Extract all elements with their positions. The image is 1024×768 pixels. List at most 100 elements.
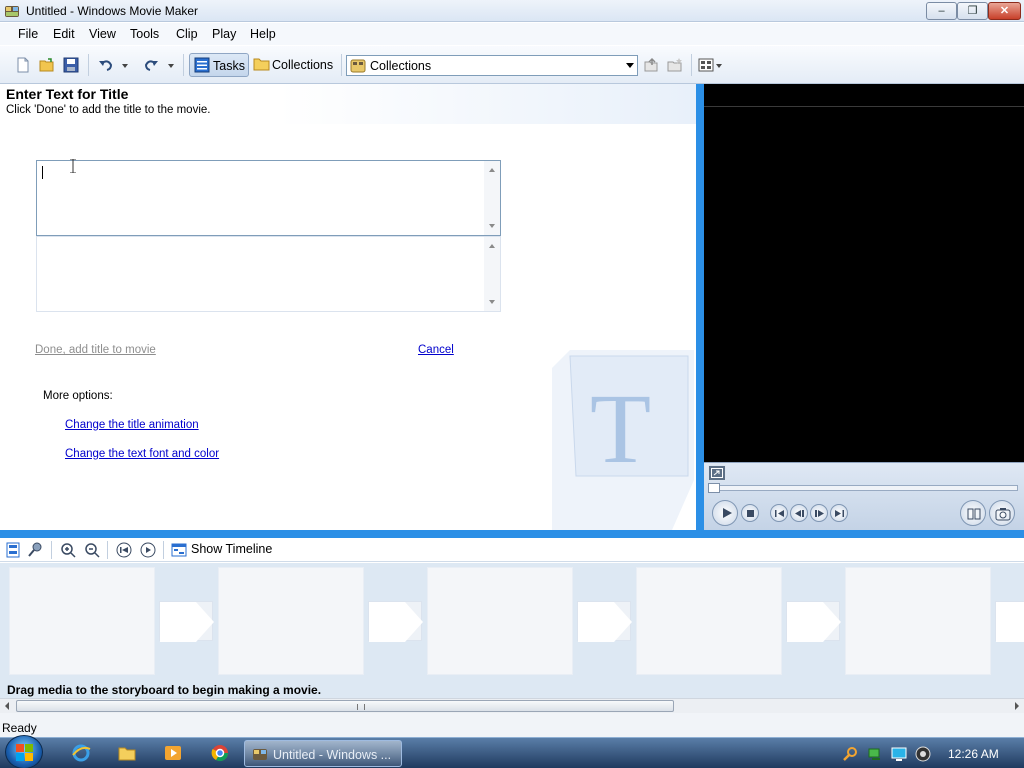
storyboard-transition-slot[interactable] <box>786 601 841 642</box>
subtitle-text-input[interactable] <box>36 236 501 312</box>
next-frame-button[interactable] <box>810 504 828 522</box>
storyboard-clip-slot[interactable] <box>845 567 991 675</box>
new-folder-icon[interactable] <box>667 57 683 73</box>
menu-file[interactable]: File <box>18 27 38 41</box>
status-bar: Ready <box>0 713 1024 737</box>
previous-frame-button[interactable] <box>790 504 808 522</box>
timeline-icon[interactable] <box>171 542 187 558</box>
restore-button[interactable]: ❐ <box>957 2 988 20</box>
task-pane: Enter Text for Title Click 'Done' to add… <box>0 84 696 530</box>
rewind-storyboard-icon[interactable] <box>116 542 132 558</box>
internet-explorer-icon[interactable] <box>71 743 91 763</box>
storyboard-transition-slot[interactable] <box>368 601 423 642</box>
tasks-icon <box>194 57 210 73</box>
menu-help[interactable]: Help <box>250 27 276 41</box>
change-title-animation-link[interactable]: Change the title animation <box>65 419 199 431</box>
main-toolbar: Tasks Collections Collections <box>0 46 1024 84</box>
narrate-icon[interactable] <box>27 542 43 558</box>
pane-divider[interactable] <box>696 84 704 530</box>
task-instruction: Click 'Done' to add the title to the mov… <box>6 104 211 116</box>
views-icon[interactable] <box>698 57 724 73</box>
fullscreen-icon <box>711 468 723 478</box>
menu-tools[interactable]: Tools <box>130 27 159 41</box>
fullscreen-button[interactable] <box>708 465 726 481</box>
split-button[interactable] <box>960 500 986 526</box>
transition-arrow-icon <box>996 602 1024 642</box>
display-tray-icon[interactable] <box>891 746 907 762</box>
transition-arrow-icon <box>578 602 632 642</box>
toolbar-separator <box>88 54 89 76</box>
explorer-folder-icon[interactable] <box>117 743 137 763</box>
redo-icon[interactable] <box>143 57 159 73</box>
scrollbar-grip <box>357 704 365 710</box>
windows-logo-icon <box>16 744 33 761</box>
minimize-icon: ‒ <box>938 5 945 17</box>
stop-button[interactable] <box>741 504 759 522</box>
taskbar-clock[interactable]: 12:26 AM <box>948 747 999 761</box>
scrollbar-thumb[interactable] <box>16 700 674 712</box>
storyboard-scrollbar[interactable] <box>0 698 1024 713</box>
toolbar-separator <box>183 54 184 76</box>
done-add-title-link[interactable]: Done, add title to movie <box>35 344 156 356</box>
storyboard-clip-slot[interactable] <box>636 567 782 675</box>
storyboard-transition-slot[interactable] <box>159 601 214 642</box>
storyboard-clip-slot[interactable] <box>9 567 155 675</box>
tasks-button[interactable]: Tasks <box>189 53 249 77</box>
toolbar-separator <box>51 541 52 559</box>
more-options-label: More options: <box>43 390 113 402</box>
menu-play[interactable]: Play <box>212 27 236 41</box>
storyboard: Drag media to the storyboard to begin ma… <box>0 563 1024 698</box>
menu-clip[interactable]: Clip <box>176 27 198 41</box>
start-button[interactable] <box>5 735 43 768</box>
cancel-link[interactable]: Cancel <box>418 344 454 356</box>
media-player-icon[interactable] <box>163 743 183 763</box>
play-storyboard-icon[interactable] <box>140 542 156 558</box>
title-text-scrollbar[interactable] <box>484 161 500 235</box>
app-icon <box>5 6 19 17</box>
minimize-button[interactable]: ‒ <box>926 2 957 20</box>
seek-bar[interactable] <box>710 485 1018 491</box>
undo-icon[interactable] <box>98 57 114 73</box>
subtitle-text-scrollbar[interactable] <box>484 237 500 311</box>
storyboard-clip-slot[interactable] <box>427 567 573 675</box>
rewind-button[interactable] <box>770 504 788 522</box>
zoom-out-icon[interactable] <box>84 542 100 558</box>
up-folder-icon[interactable] <box>643 57 659 73</box>
menu-edit[interactable]: Edit <box>53 27 75 41</box>
menu-view[interactable]: View <box>89 27 116 41</box>
close-button[interactable]: ✕ <box>988 2 1021 20</box>
storyboard-transition-slot[interactable] <box>577 601 632 642</box>
search-tray-icon[interactable] <box>843 746 859 762</box>
storyboard-clip-slot[interactable] <box>218 567 364 675</box>
network-tray-icon[interactable] <box>867 746 883 762</box>
collections-combo-value: Collections <box>370 59 432 73</box>
open-project-icon[interactable] <box>39 57 55 73</box>
undo-dropdown-icon[interactable] <box>120 57 130 73</box>
scroll-down-icon <box>489 300 495 304</box>
chrome-icon[interactable] <box>210 743 230 763</box>
collections-icon <box>350 59 366 73</box>
collections-button[interactable]: Collections <box>252 53 338 77</box>
transition-arrow-icon <box>160 602 214 642</box>
save-icon[interactable] <box>63 57 79 73</box>
scroll-left-icon[interactable] <box>5 702 9 710</box>
zoom-in-icon[interactable] <box>60 542 76 558</box>
redo-dropdown-icon[interactable] <box>166 57 176 73</box>
storyboard-icon[interactable] <box>5 542 21 558</box>
collections-combo[interactable]: Collections <box>346 55 638 76</box>
scroll-up-icon <box>489 168 495 172</box>
taskbar-movie-maker-task[interactable]: Untitled - Windows ... <box>244 740 402 767</box>
new-project-icon[interactable] <box>15 57 31 73</box>
storyboard-transition-slot[interactable] <box>995 601 1024 642</box>
forward-button[interactable] <box>830 504 848 522</box>
show-timeline-button[interactable]: Show Timeline <box>191 542 272 556</box>
volume-tray-icon[interactable] <box>915 746 931 762</box>
scroll-right-icon[interactable] <box>1015 702 1019 710</box>
playback-controls <box>704 462 1024 530</box>
seek-thumb[interactable] <box>708 483 720 493</box>
title-text-input[interactable] <box>36 160 501 236</box>
play-button[interactable] <box>712 500 738 526</box>
change-text-font-color-link[interactable]: Change the text font and color <box>65 448 219 460</box>
toolbar-separator <box>107 541 108 559</box>
snapshot-button[interactable] <box>989 500 1015 526</box>
